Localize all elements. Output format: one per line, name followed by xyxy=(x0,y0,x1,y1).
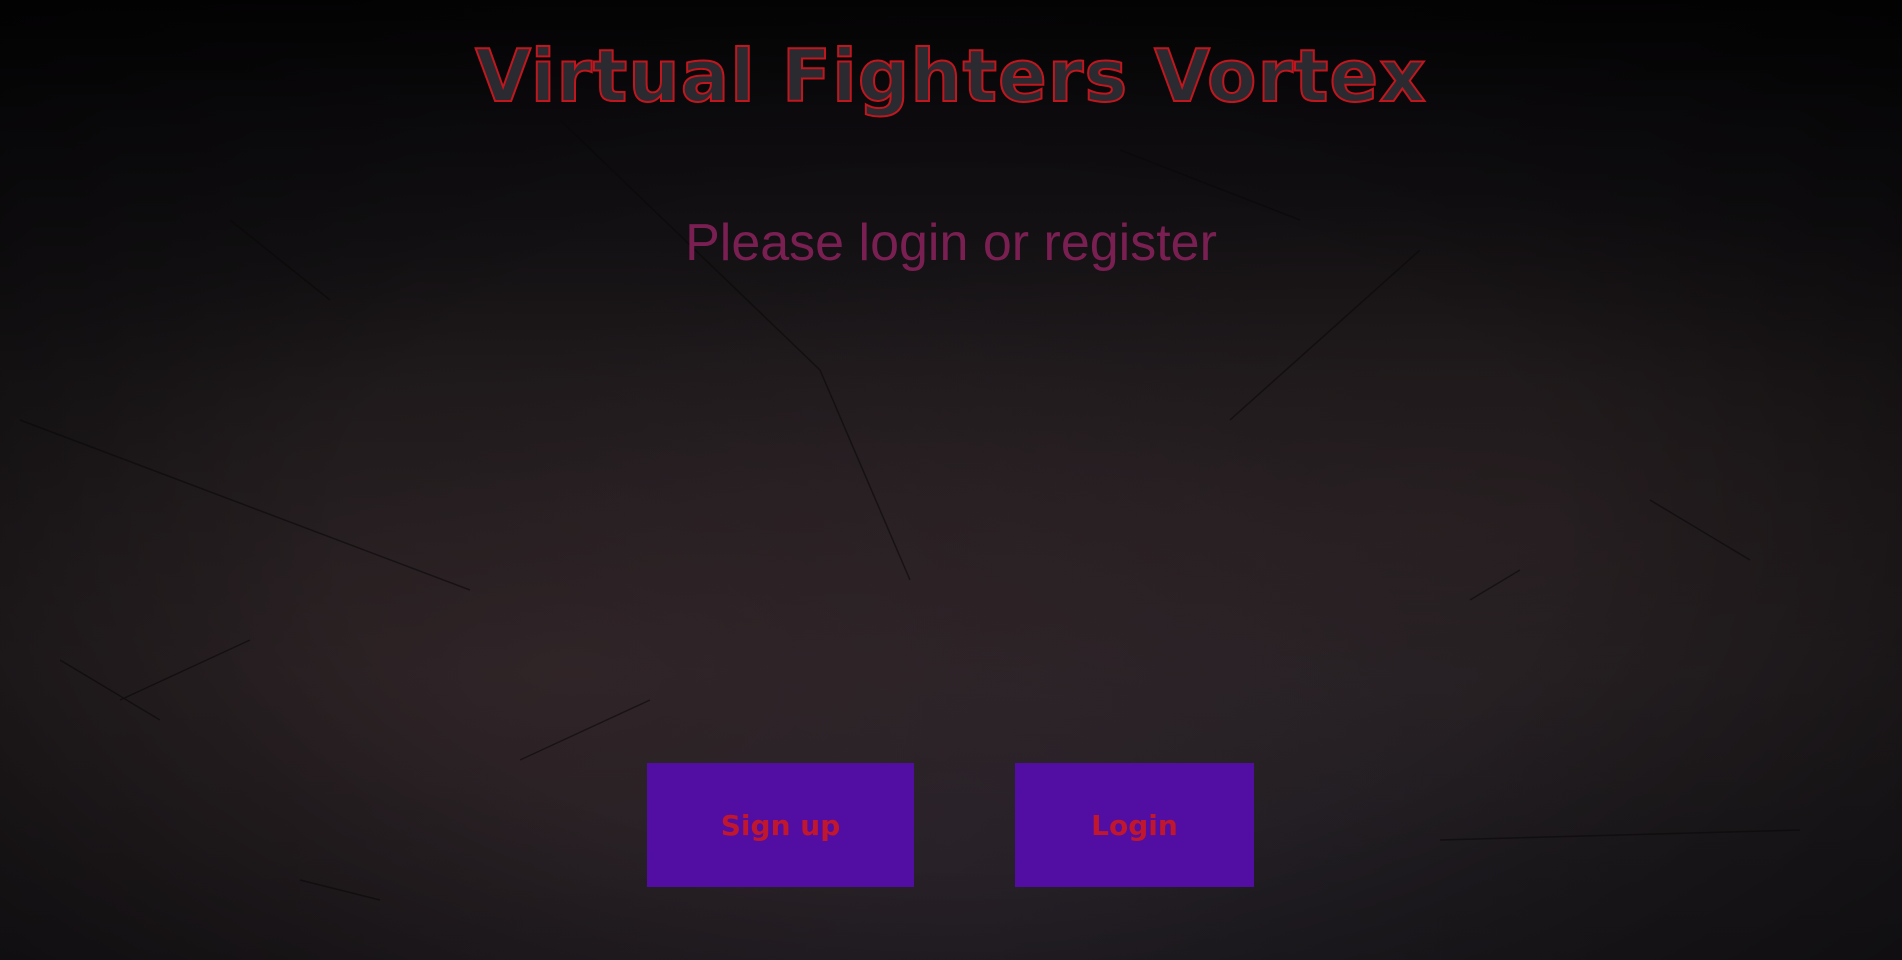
background-texture xyxy=(19,119,1801,901)
background-vignette xyxy=(0,0,1902,960)
sign-up-button[interactable]: Sign up xyxy=(647,763,914,887)
game-title: Virtual Fighters Vortex xyxy=(474,33,1427,119)
login-button[interactable]: Login xyxy=(1015,763,1254,887)
login-prompt: Please login or register xyxy=(685,214,1217,272)
